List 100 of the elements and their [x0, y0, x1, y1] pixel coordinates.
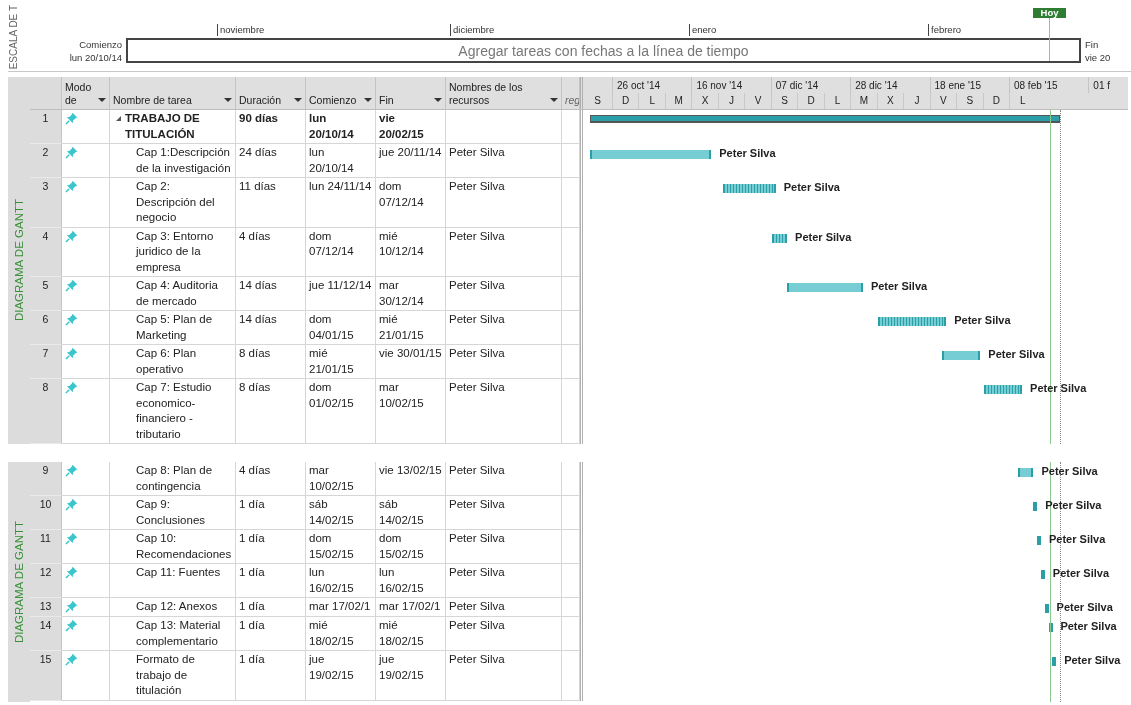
- table-cell: [562, 277, 580, 311]
- task-bar[interactable]: [984, 385, 1023, 394]
- timescale-label: D: [982, 93, 1010, 109]
- duration: 1 día: [236, 564, 306, 598]
- resource-name: Peter Silva: [446, 144, 562, 178]
- caret-icon[interactable]: [550, 98, 558, 102]
- row-number: 6: [30, 311, 62, 345]
- task-name: Cap 10: Recomendaciones: [136, 531, 232, 562]
- task-bar[interactable]: [878, 317, 947, 326]
- timescale-label: 16 nov '14: [691, 77, 771, 93]
- timescale-label: 07 dic '14: [770, 77, 851, 93]
- timescale-label: V: [929, 93, 957, 109]
- table-cell: [562, 144, 580, 178]
- month-label: enero: [689, 24, 717, 36]
- resource-label: Peter Silva: [1056, 600, 1113, 614]
- resource-label: Peter Silva: [1045, 498, 1102, 512]
- row-number: 5: [30, 277, 62, 311]
- task-name: Cap 11: Fuentes: [136, 565, 221, 580]
- resource-label: Peter Silva: [988, 347, 1045, 361]
- table-cell: [562, 379, 580, 444]
- table-cell: [562, 651, 580, 701]
- timescale-label: L: [823, 93, 851, 109]
- duration: 14 días: [236, 311, 306, 345]
- column-header[interactable]: Comienzo: [306, 77, 376, 110]
- task-bar[interactable]: [1033, 502, 1038, 511]
- collapse-icon[interactable]: [116, 116, 121, 121]
- pin-icon: [65, 381, 78, 394]
- caret-icon[interactable]: [98, 98, 106, 102]
- timescale-label: S: [770, 93, 798, 109]
- task-name: Cap 7: Estudio economico-financiero - tributario: [136, 380, 213, 442]
- column-header[interactable]: Modo de: [62, 77, 110, 110]
- column-header[interactable]: Duración: [236, 77, 306, 110]
- start-date: jue 19/02/15: [306, 651, 376, 701]
- caret-icon[interactable]: [294, 98, 302, 102]
- table-cell: [562, 530, 580, 564]
- task-bar[interactable]: [1052, 657, 1057, 666]
- caret-icon[interactable]: [434, 98, 442, 102]
- column-header[interactable]: Fin: [376, 77, 446, 110]
- resource-name: Peter Silva: [446, 651, 562, 701]
- task-bar[interactable]: [722, 184, 776, 193]
- duration: 1 día: [236, 496, 306, 530]
- pin-icon: [65, 146, 78, 159]
- finish-date: vie 13/02/15: [376, 462, 446, 496]
- timescale-label: L: [638, 93, 665, 109]
- pin-icon: [65, 566, 78, 579]
- task-bar[interactable]: [771, 233, 788, 243]
- duration: 1 día: [236, 598, 306, 617]
- task-bar[interactable]: [590, 150, 712, 159]
- pin-icon: [65, 532, 78, 545]
- month-label: febrero: [928, 24, 962, 36]
- duration: 8 días: [236, 345, 306, 379]
- finish-date: vie 30/01/15: [376, 345, 446, 379]
- task-name: Cap 6: Plan operativo: [136, 346, 198, 377]
- table-cell: [562, 617, 580, 651]
- timescale-label: V: [744, 93, 771, 109]
- timescale-label: S: [593, 94, 602, 108]
- caret-icon[interactable]: [224, 98, 232, 102]
- table-cell: [562, 598, 580, 617]
- start-date: lun 20/10/14: [68, 51, 122, 64]
- finish-date: mar 10/02/15: [376, 379, 446, 444]
- today-badge: Hoy: [1033, 8, 1066, 18]
- timeline-bar[interactable]: Agregar tareas con fechas a la línea de tiempo: [126, 38, 1081, 63]
- summary-bar[interactable]: [590, 115, 1060, 123]
- timescale-label: 08 feb '15: [1008, 77, 1089, 93]
- view-label: DIAGRAMA DE GANTT: [13, 520, 25, 643]
- resource-name: Peter Silva: [446, 379, 562, 444]
- duration: 14 días: [236, 277, 306, 311]
- timescale-label: 28 dic '14: [850, 77, 930, 93]
- month-label: diciembre: [450, 24, 495, 36]
- resource-name: Peter Silva: [446, 311, 562, 345]
- row-number: 1: [30, 110, 62, 144]
- view-label: DIAGRAMA DE GANTT: [13, 199, 25, 322]
- table-cell: [562, 564, 580, 598]
- task-bar[interactable]: [1018, 468, 1034, 477]
- resource-label: Peter Silva: [1052, 566, 1110, 580]
- resource-label: Peter Silva: [1049, 532, 1106, 546]
- column-header[interactable]: Nombre de tarea: [110, 77, 236, 110]
- task-bar[interactable]: [1044, 604, 1049, 613]
- caret-icon[interactable]: [364, 98, 372, 102]
- row-number: 7: [30, 345, 62, 379]
- task-name: Cap 13: Material complementario: [136, 618, 222, 649]
- resource-name: Peter Silva: [446, 462, 562, 496]
- duration: 90 días: [236, 110, 306, 144]
- task-bar[interactable]: [942, 351, 981, 360]
- month-label: noviembre: [217, 24, 265, 36]
- task-bar[interactable]: [787, 283, 863, 292]
- resource-name: Peter Silva: [446, 496, 562, 530]
- row-number: 8: [30, 379, 62, 444]
- column-header[interactable]: Nombres de los recursos: [446, 77, 562, 110]
- timescale-label: J: [903, 93, 930, 109]
- row-number: 10: [30, 496, 62, 530]
- start-date: lun 24/11/14: [306, 178, 376, 228]
- task-bar[interactable]: [1037, 536, 1042, 545]
- table-cell: [562, 227, 580, 277]
- finish-date: mar 17/02/1: [376, 598, 446, 617]
- duration: 1 día: [236, 530, 306, 564]
- resource-name: Peter Silva: [446, 598, 562, 617]
- task-name: Formato de trabajo de titulación: [136, 652, 196, 698]
- timescale-label: M: [850, 93, 877, 109]
- duration: 1 día: [236, 651, 306, 701]
